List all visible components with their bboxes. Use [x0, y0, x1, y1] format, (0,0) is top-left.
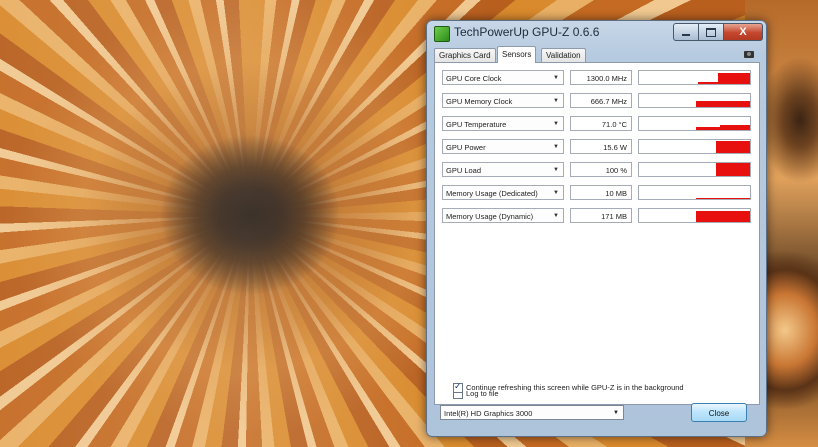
- sensor-value: 100 %: [570, 162, 632, 177]
- minimize-icon: [682, 34, 690, 36]
- sensor-select[interactable]: GPU Core Clock ▼: [442, 70, 564, 85]
- graph-trace: [698, 82, 718, 84]
- sensor-row: GPU Memory Clock ▼ 666.7 MHz: [442, 93, 752, 110]
- tab-validation[interactable]: Validation: [541, 48, 586, 63]
- sensor-select[interactable]: GPU Memory Clock ▼: [442, 93, 564, 108]
- chevron-down-icon: ▼: [553, 121, 559, 127]
- sensor-select[interactable]: Memory Usage (Dynamic) ▼: [442, 208, 564, 223]
- sensor-name: GPU Memory Clock: [446, 97, 513, 106]
- title-bar[interactable]: TechPowerUp GPU-Z 0.6.6 X: [427, 21, 766, 45]
- sensor-row: GPU Power ▼ 15.6 W: [442, 139, 752, 156]
- continue-refresh-option[interactable]: Continue refreshing this screen while GP…: [453, 381, 684, 394]
- sensor-row: GPU Core Clock ▼ 1300.0 MHz: [442, 70, 752, 87]
- chevron-down-icon: ▼: [553, 144, 559, 150]
- chevron-down-icon: ▼: [553, 75, 559, 81]
- graph-fill: [716, 141, 750, 153]
- sensor-value: 10 MB: [570, 185, 632, 200]
- tab-sensors[interactable]: Sensors: [497, 46, 537, 63]
- sensor-row: GPU Load ▼ 100 %: [442, 162, 752, 179]
- sensor-select[interactable]: GPU Load ▼: [442, 162, 564, 177]
- gpu-z-window: TechPowerUp GPU-Z 0.6.6 X Graphics Card …: [426, 20, 767, 437]
- sensor-name: GPU Load: [446, 166, 482, 175]
- gpu-z-icon: [434, 26, 450, 42]
- tab-graphics-card[interactable]: Graphics Card: [434, 48, 496, 63]
- graph-fill: [696, 198, 750, 199]
- maximize-icon: [706, 28, 716, 37]
- close-button[interactable]: Close: [691, 403, 747, 422]
- sensor-name: Memory Usage (Dedicated): [446, 189, 538, 198]
- sensor-graph: [638, 208, 751, 223]
- sensor-name: Memory Usage (Dynamic): [446, 212, 534, 221]
- chevron-down-icon: ▼: [553, 190, 559, 196]
- sensor-row: Memory Usage (Dedicated) ▼ 10 MB: [442, 185, 752, 202]
- sensor-name: GPU Core Clock: [446, 74, 502, 83]
- sensor-graph: [638, 70, 751, 85]
- graph-fill: [696, 101, 750, 107]
- sensor-graph: [638, 162, 751, 177]
- sensor-value: 15.6 W: [570, 139, 632, 154]
- chevron-down-icon: ▼: [613, 410, 619, 416]
- gpu-select-value: Intel(R) HD Graphics 3000: [444, 409, 533, 418]
- window-close-button[interactable]: X: [723, 23, 763, 41]
- sensor-graph: [638, 93, 751, 108]
- chevron-down-icon: ▼: [553, 213, 559, 219]
- graph-fill: [718, 73, 750, 84]
- close-icon: X: [739, 26, 747, 38]
- sensor-name: GPU Power: [446, 143, 486, 152]
- sensor-graph: [638, 116, 751, 131]
- graph-fill: [696, 211, 750, 222]
- minimize-button[interactable]: [673, 23, 699, 41]
- sensor-select[interactable]: Memory Usage (Dedicated) ▼: [442, 185, 564, 200]
- sensor-select[interactable]: GPU Power ▼: [442, 139, 564, 154]
- sensor-row: Memory Usage (Dynamic) ▼ 171 MB: [442, 208, 752, 225]
- continue-refresh-label: Continue refreshing this screen while GP…: [466, 383, 684, 392]
- sensor-row: GPU Temperature ▼ 71.0 °C: [442, 116, 752, 133]
- chevron-down-icon: ▼: [553, 98, 559, 104]
- sensor-graph: [638, 139, 751, 154]
- sensor-select[interactable]: GPU Temperature ▼: [442, 116, 564, 131]
- continue-refresh-checkbox[interactable]: [453, 381, 463, 394]
- camera-icon[interactable]: [744, 51, 754, 58]
- graph-trace: [696, 127, 720, 130]
- sensor-graph: [638, 185, 751, 200]
- chevron-down-icon: ▼: [553, 167, 559, 173]
- tab-bar: Graphics Card Sensors Validation: [434, 46, 758, 63]
- gpu-select[interactable]: Intel(R) HD Graphics 3000 ▼: [440, 405, 624, 420]
- maximize-button[interactable]: [698, 23, 724, 41]
- sensor-value: 666.7 MHz: [570, 93, 632, 108]
- graph-fill: [720, 125, 750, 130]
- sensor-value: 1300.0 MHz: [570, 70, 632, 85]
- sensor-name: GPU Temperature: [446, 120, 507, 129]
- sensors-panel: GPU Core Clock ▼ 1300.0 MHz GPU Memory Cl…: [434, 62, 760, 405]
- sensor-value: 171 MB: [570, 208, 632, 223]
- sensor-value: 71.0 °C: [570, 116, 632, 131]
- graph-fill: [716, 163, 750, 176]
- window-title: TechPowerUp GPU-Z 0.6.6: [454, 25, 600, 39]
